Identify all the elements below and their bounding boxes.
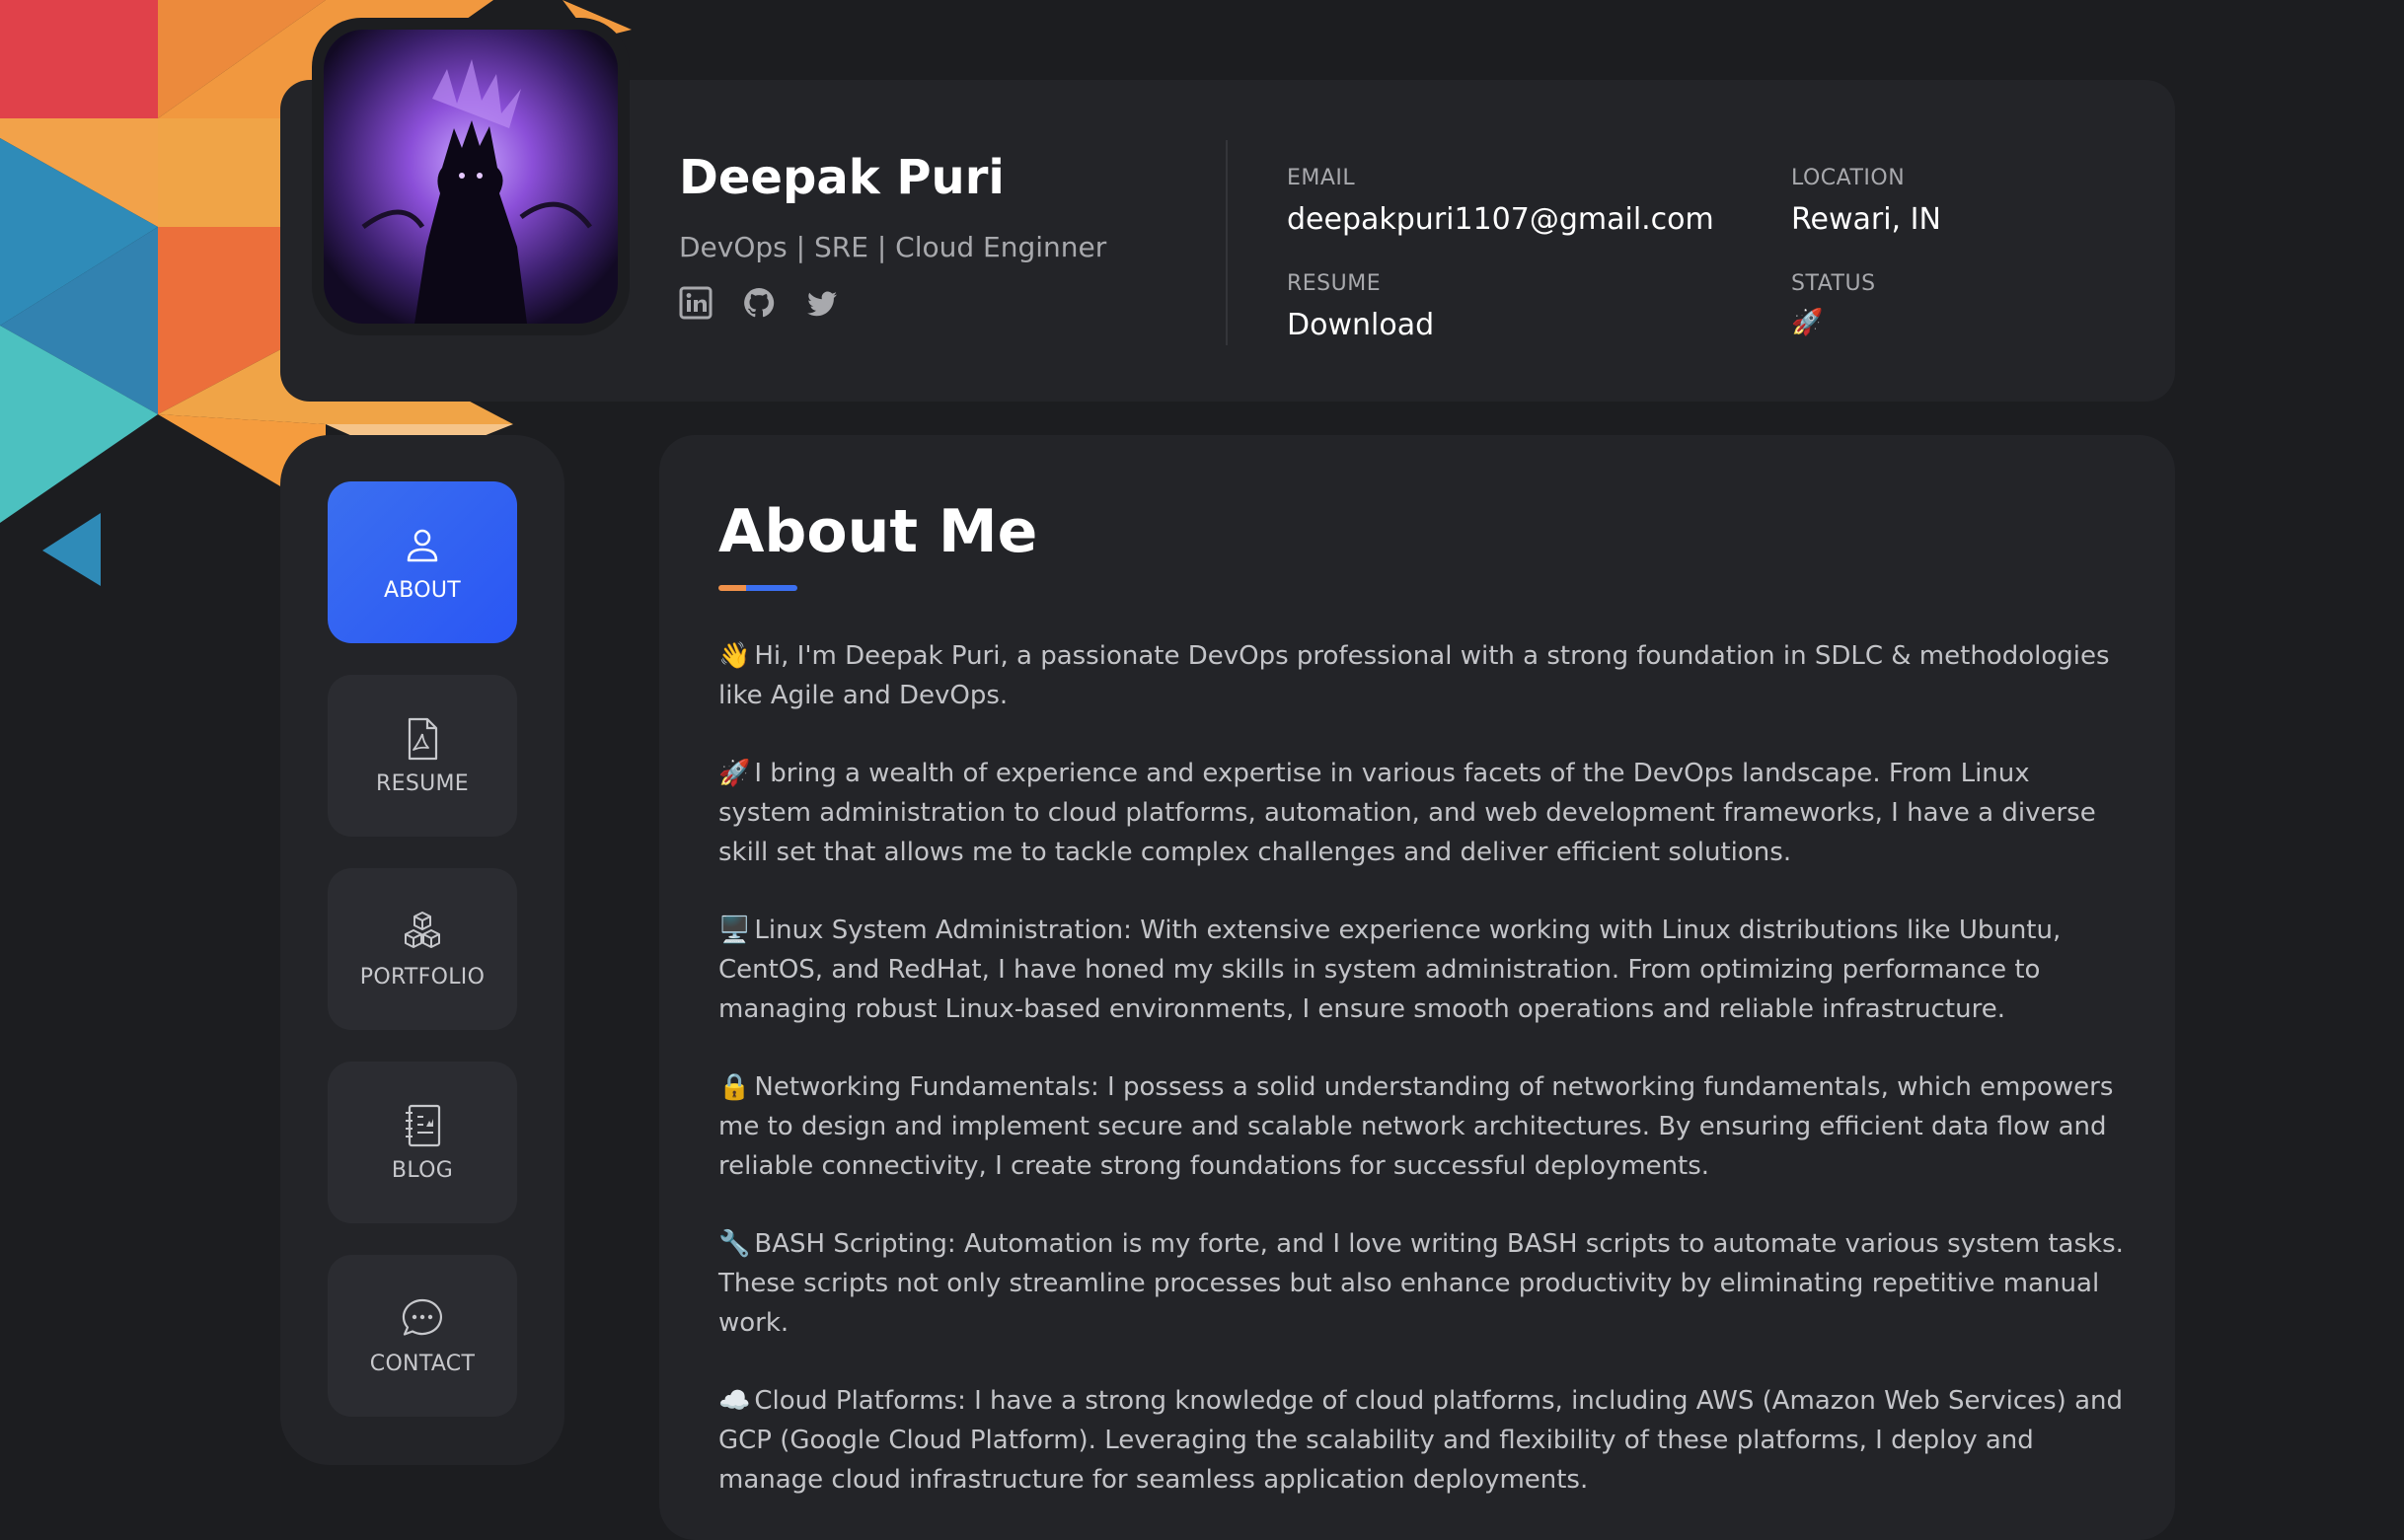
lock-icon: 🔒 (718, 1072, 751, 1102)
email-label: EMAIL (1287, 166, 1356, 190)
profile-name: Deepak Puri (679, 150, 1005, 205)
twitter-icon[interactable] (805, 286, 839, 320)
nav-item-blog[interactable]: BLOG (328, 1062, 517, 1223)
sidebar-nav: ABOUT RESUME PORTFOLIO BLOG CONTACT (280, 435, 564, 1465)
paragraph-text: Hi, I'm Deepak Puri, a passionate DevOps… (718, 641, 2110, 710)
pdf-file-icon (408, 717, 438, 760)
location-value: Rewari, IN (1791, 202, 1941, 237)
status-label: STATUS (1791, 271, 1876, 296)
about-paragraphs: 👋 Hi, I'm Deepak Puri, a passionate DevOp… (718, 636, 2130, 1500)
nav-label-resume: RESUME (376, 770, 469, 796)
about-paragraph: 🔒 Networking Fundamentals: I possess a so… (718, 1067, 2130, 1186)
nav-item-contact[interactable]: CONTACT (328, 1255, 517, 1417)
github-icon[interactable] (742, 286, 776, 320)
about-paragraph: ☁️ Cloud Platforms: I have a strong knowl… (718, 1381, 2130, 1500)
nav-item-resume[interactable]: RESUME (328, 675, 517, 837)
nav-label-about: ABOUT (383, 577, 462, 603)
chat-bubble-icon (402, 1298, 442, 1336)
paragraph-text: Cloud Platforms: I have a strong knowled… (718, 1386, 2123, 1495)
section-title: About Me (718, 497, 1038, 566)
avatar-frame (312, 18, 630, 335)
about-paragraph: 🔧 BASH Scripting: Automation is my forte,… (718, 1224, 2130, 1343)
about-section: About Me 👋 Hi, I'm Deepak Puri, a passion… (659, 435, 2175, 1540)
cloud-icon: ☁️ (718, 1386, 751, 1416)
journal-icon (406, 1104, 441, 1146)
rocket-icon: 🚀 (718, 759, 751, 788)
email-value[interactable]: deepakpuri1107@gmail.com (1287, 202, 1714, 237)
nav-item-about[interactable]: ABOUT (328, 481, 517, 643)
resume-download-link[interactable]: Download (1287, 308, 1434, 342)
location-info: LOCATION Rewari, IN (1791, 166, 1941, 237)
paragraph-text: Networking Fundamentals: I possess a sol… (718, 1072, 2114, 1181)
social-links (679, 286, 839, 320)
header-divider (1226, 140, 1228, 345)
status-rocket-icon: 🚀 (1791, 308, 1824, 337)
profile-role: DevOps | SRE | Cloud Enginner (679, 231, 1107, 263)
desktop-computer-icon: 🖥️ (718, 916, 751, 945)
wrench-icon: 🔧 (718, 1229, 751, 1259)
avatar (324, 30, 618, 324)
cubes-icon (405, 911, 440, 948)
about-paragraph: 🚀 I bring a wealth of experience and expe… (718, 754, 2130, 872)
location-label: LOCATION (1791, 166, 1906, 190)
about-paragraph: 👋 Hi, I'm Deepak Puri, a passionate DevOp… (718, 636, 2130, 715)
email-info: EMAIL deepakpuri1107@gmail.com (1287, 166, 1714, 237)
linkedin-icon[interactable] (679, 286, 713, 320)
status-info: STATUS 🚀 (1791, 271, 1876, 337)
user-icon (407, 529, 438, 561)
nav-label-blog: BLOG (391, 1157, 454, 1183)
waving-hand-icon: 👋 (718, 641, 751, 671)
nav-label-contact: CONTACT (369, 1351, 476, 1376)
about-paragraph: 🖥️ Linux System Administration: With exte… (718, 911, 2130, 1029)
paragraph-text: Linux System Administration: With extens… (718, 916, 2062, 1024)
title-underline (718, 585, 797, 591)
nav-label-portfolio: PORTFOLIO (359, 964, 486, 990)
nav-item-portfolio[interactable]: PORTFOLIO (328, 868, 517, 1030)
paragraph-text: BASH Scripting: Automation is my forte, … (718, 1229, 2124, 1338)
resume-info: RESUME Download (1287, 271, 1434, 342)
resume-label: RESUME (1287, 271, 1382, 296)
paragraph-text: I bring a wealth of experience and exper… (718, 759, 2096, 867)
